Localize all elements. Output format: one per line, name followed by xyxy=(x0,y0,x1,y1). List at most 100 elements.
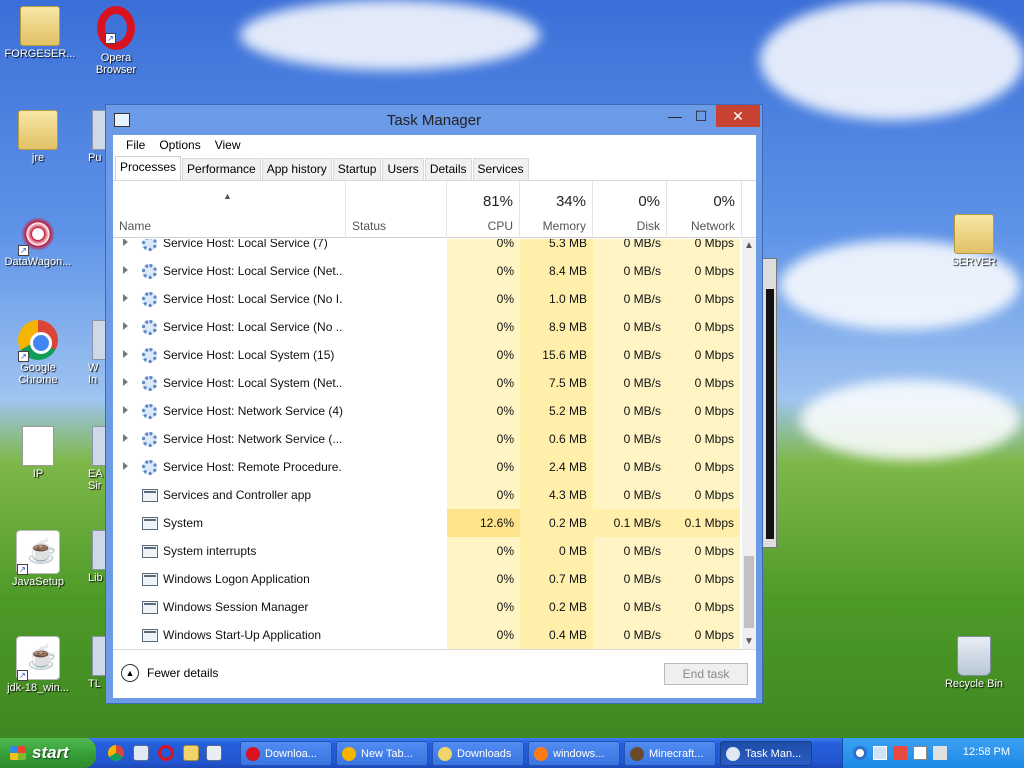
maximize-button[interactable]: ☐ xyxy=(688,105,714,127)
expand-arrow-icon[interactable] xyxy=(123,239,128,246)
clock[interactable]: 12:58 PM xyxy=(963,746,1010,758)
service-gear-icon xyxy=(142,460,157,475)
desktop-icon-label: Google Chrome xyxy=(18,362,58,386)
process-row[interactable]: Service Host: Local System (Net... 0% 7.5 … xyxy=(113,369,742,397)
process-list: Service Host: Local Service (7) 0% 5.3 MB 0… xyxy=(113,239,742,649)
column-name[interactable]: ▲ Name xyxy=(113,181,346,238)
menu-options[interactable]: Options xyxy=(152,135,207,157)
cell-status xyxy=(346,453,446,481)
column-cpu[interactable]: 81% CPU xyxy=(447,181,520,238)
desktop-icon[interactable]: IP xyxy=(2,426,74,480)
cell-disk: 0 MB/s xyxy=(593,239,667,257)
column-disk[interactable]: 0% Disk xyxy=(593,181,667,238)
expand-arrow-icon[interactable] xyxy=(123,378,128,386)
expand-arrow-icon[interactable] xyxy=(123,266,128,274)
desktop-icon[interactable]: FORGESER... xyxy=(4,6,76,60)
desktop-icon[interactable]: ↗ Opera Browser xyxy=(80,6,152,76)
cell-net: 0.1 Mbps xyxy=(667,509,740,537)
process-row[interactable]: Service Host: Network Service (... 0% 0.6 … xyxy=(113,425,742,453)
cell-status xyxy=(346,481,446,509)
process-row[interactable]: System interrupts 0% 0 MB 0 MB/s 0 Mbps xyxy=(113,537,742,565)
minimize-button[interactable]: — xyxy=(662,105,688,127)
desktop-icon[interactable]: ↗jdk-18_win... xyxy=(2,636,74,694)
column-memory[interactable]: 34% Memory xyxy=(520,181,593,238)
opera-icon[interactable] xyxy=(158,745,174,761)
expand-arrow-icon[interactable] xyxy=(123,462,128,470)
taskbar-item[interactable]: Minecraft... xyxy=(624,741,716,766)
partial-icon xyxy=(92,636,106,676)
title-bar[interactable]: Task Manager — ☐ ✕ xyxy=(106,105,762,135)
process-row[interactable]: Windows Logon Application 0% 0.7 MB 0 MB/s 0… xyxy=(113,565,742,593)
expand-arrow-icon[interactable] xyxy=(123,322,128,330)
desktop-icon[interactable]: ↗ Google Chrome xyxy=(2,320,74,386)
desktop-icon[interactable]: Recycle Bin xyxy=(938,636,1010,690)
scroll-thumb[interactable] xyxy=(744,556,754,628)
display-icon[interactable] xyxy=(873,746,887,760)
taskbar-item-label: New Tab... xyxy=(361,748,413,760)
chevron-up-icon: ▲ xyxy=(121,664,139,682)
tab-startup[interactable]: Startup xyxy=(332,158,382,180)
close-button[interactable]: ✕ xyxy=(716,105,760,127)
end-task-button[interactable]: End task xyxy=(664,663,748,685)
expand-arrow-icon[interactable] xyxy=(123,434,128,442)
network-warning-icon[interactable] xyxy=(893,746,907,760)
safely-remove-icon[interactable] xyxy=(913,746,927,760)
cell-name: Windows Start-Up Application xyxy=(163,628,322,642)
process-row[interactable]: Windows Session Manager 0% 0.2 MB 0 MB/s 0 M… xyxy=(113,593,742,621)
scroll-up-icon[interactable]: ▲ xyxy=(742,239,756,253)
process-row[interactable]: Services and Controller app 0% 4.3 MB 0 MB/… xyxy=(113,481,742,509)
column-network[interactable]: 0% Network xyxy=(667,181,742,238)
cell-cpu: 0% xyxy=(447,537,520,565)
folder-icon xyxy=(438,747,452,761)
mail-icon[interactable] xyxy=(133,745,149,761)
process-row[interactable]: Service Host: Local Service (No I... 0% 1.… xyxy=(113,285,742,313)
desktop-icon[interactable]: ↗JavaSetup xyxy=(2,530,74,588)
taskbar-item[interactable]: windows... xyxy=(528,741,620,766)
cell-status xyxy=(346,425,446,453)
process-row[interactable]: Service Host: Local Service (7) 0% 5.3 MB 0… xyxy=(113,239,742,257)
taskbar-item[interactable]: Task Man... xyxy=(720,741,812,766)
cpu-total-percent: 81% xyxy=(482,193,513,210)
taskbar-item[interactable]: Downloa... xyxy=(240,741,332,766)
desktop-icon[interactable]: SERVER xyxy=(938,214,1010,268)
desktop-icon-label: Opera Browser xyxy=(95,52,137,76)
update-icon[interactable] xyxy=(853,746,867,760)
column-status[interactable]: Status xyxy=(346,181,447,238)
windows-logo-icon xyxy=(10,746,26,760)
folder-icon[interactable] xyxy=(183,745,199,761)
expand-arrow-icon[interactable] xyxy=(123,350,128,358)
process-row[interactable]: Service Host: Local System (15) 0% 15.6 MB… xyxy=(113,341,742,369)
process-row[interactable]: Service Host: Local Service (Net... 0% 8.4… xyxy=(113,257,742,285)
cell-cpu: 0% xyxy=(447,453,520,481)
expand-arrow-icon[interactable] xyxy=(123,406,128,414)
desktop-icon[interactable]: jre xyxy=(2,110,74,164)
application-icon xyxy=(142,517,158,530)
tab-users[interactable]: Users xyxy=(382,158,424,180)
tab-details[interactable]: Details xyxy=(424,158,472,180)
taskbar-item[interactable]: Downloads xyxy=(432,741,524,766)
start-button[interactable]: start xyxy=(0,738,96,768)
scroll-down-icon[interactable]: ▼ xyxy=(742,635,756,649)
process-row[interactable]: Service Host: Network Service (4) 0% 5.2 M… xyxy=(113,397,742,425)
chrome-icon[interactable] xyxy=(108,745,124,761)
tab-processes[interactable]: Processes xyxy=(115,156,182,180)
process-row[interactable]: System 12.6% 0.2 MB 0.1 MB/s 0.1 Mbps xyxy=(113,509,742,537)
process-row[interactable]: Windows Start-Up Application 0% 0.4 MB 0 MB… xyxy=(113,621,742,649)
process-row[interactable]: Service Host: Local Service (No ... 0% 8.9… xyxy=(113,313,742,341)
volume-muted-icon[interactable] xyxy=(933,746,947,760)
expand-arrow-icon[interactable] xyxy=(123,294,128,302)
tab-services[interactable]: Services xyxy=(472,158,529,180)
vertical-scrollbar[interactable]: ▲ ▼ xyxy=(742,239,756,649)
fewer-details-button[interactable]: ▲ Fewer details xyxy=(121,664,218,682)
tab-performance[interactable]: Performance xyxy=(182,158,261,180)
menu-view[interactable]: View xyxy=(208,135,248,157)
menu-file[interactable]: File xyxy=(119,135,152,157)
cell-cpu: 0% xyxy=(447,593,520,621)
taskbar-item[interactable]: New Tab... xyxy=(336,741,428,766)
taskbar-item-label: Downloa... xyxy=(265,748,317,760)
desktop-icon[interactable]: ↗ DataWagon... xyxy=(2,214,74,268)
tab-app-history[interactable]: App history xyxy=(261,158,332,180)
chrome-icon: ↗ xyxy=(18,320,58,362)
window-icon[interactable] xyxy=(206,745,222,761)
process-row[interactable]: Service Host: Remote Procedure... 0% 2.4 M… xyxy=(113,453,742,481)
